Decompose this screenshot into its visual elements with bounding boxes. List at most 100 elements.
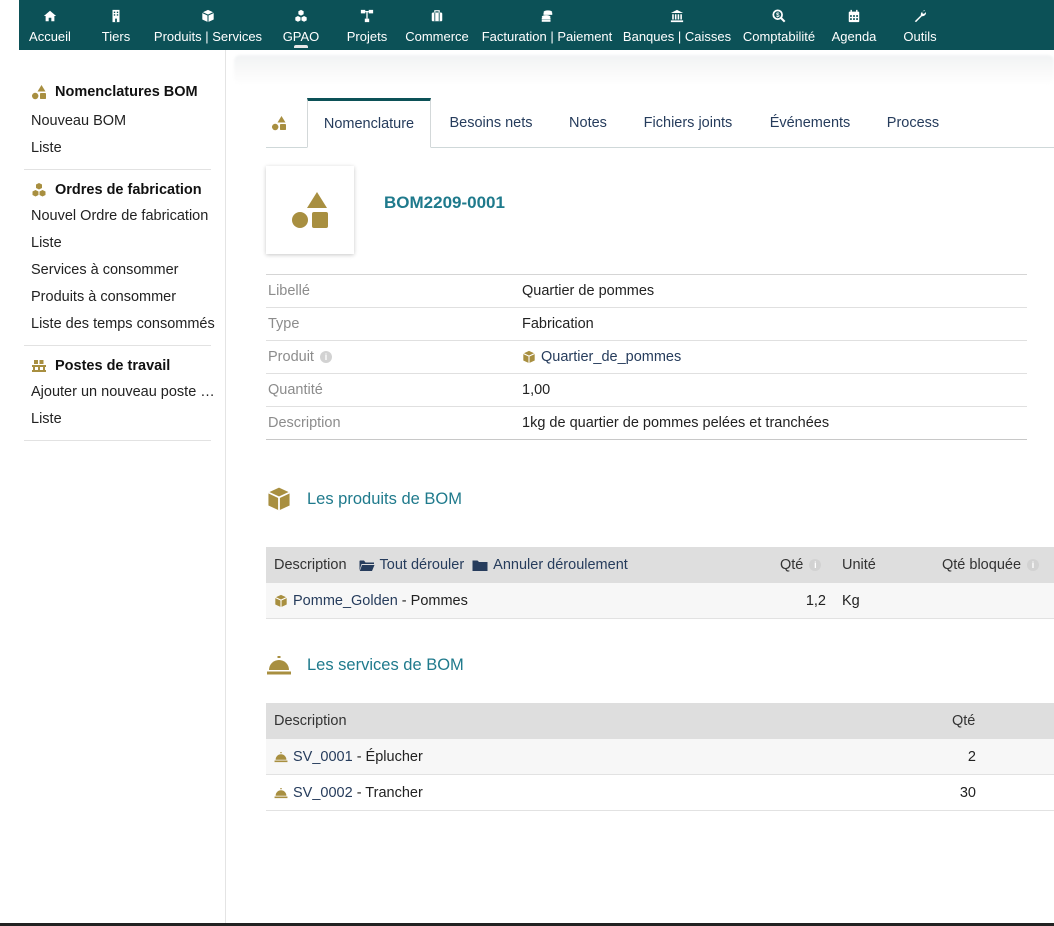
- sidebar-link-new-mo[interactable]: Nouvel Ordre de fabrication: [31, 203, 216, 230]
- sidebar-section-bom: Nomenclatures BOM Nouveau BOM Liste: [19, 50, 225, 162]
- sidebar-link-mo-list[interactable]: Liste: [31, 230, 216, 257]
- menu-label: Facturation | Paiement: [481, 29, 613, 44]
- product-link[interactable]: Quartier_de_pommes: [541, 341, 681, 373]
- field-row-quantity: Quantité 1,00: [266, 374, 1027, 407]
- field-row-description: Description 1kg de quartier de pommes pe…: [266, 407, 1027, 440]
- cube-icon: [523, 350, 535, 364]
- field-row-product: Produit i Quartier_de_pommes: [266, 341, 1027, 374]
- menu-item-accounting[interactable]: $ Comptabilité: [741, 0, 817, 50]
- folder-open-icon: [359, 560, 375, 571]
- section-label: Les services de BOM: [307, 655, 464, 674]
- expand-all-label: Tout dérouler: [379, 557, 465, 573]
- collapse-all-label: Annuler déroulement: [493, 557, 628, 573]
- menu-label: Outils: [903, 29, 937, 44]
- info-icon[interactable]: i: [319, 351, 332, 363]
- sidebar-link-services-consume[interactable]: Services à consommer: [31, 257, 216, 284]
- cube-icon: [202, 9, 214, 23]
- menu-item-tools[interactable]: Outils: [901, 0, 939, 50]
- field-value: 1,00: [522, 382, 551, 398]
- service-ref-link[interactable]: SV_0002: [293, 775, 353, 811]
- tab-besoins-nets[interactable]: Besoins nets: [444, 98, 538, 148]
- field-label: Description: [268, 415, 341, 431]
- field-value: Quartier de pommes: [522, 283, 655, 299]
- header-qty: Qté: [952, 713, 976, 729]
- service-label: - Éplucher: [352, 749, 423, 765]
- header-description-wrap: Description Tout dérouler Annuler déroul…: [274, 547, 628, 583]
- row-description: Pomme_Golden - Pommes: [274, 583, 468, 619]
- table-header: Description Tout dérouler Annuler déroul…: [266, 547, 1054, 583]
- shapes-icon: [32, 85, 46, 100]
- building-icon: [112, 9, 120, 23]
- service-ref-link[interactable]: SV_0001: [293, 739, 353, 775]
- sidebar-divider: [24, 345, 211, 346]
- field-value: Fabrication: [522, 316, 594, 332]
- sidebar-link-workstation-list[interactable]: Liste: [31, 406, 216, 433]
- menu-item-agenda[interactable]: Agenda: [831, 0, 877, 50]
- home-icon: [43, 10, 57, 22]
- sitemap-icon: [360, 9, 374, 23]
- sidebar-section-title[interactable]: Nomenclatures BOM: [31, 79, 225, 105]
- concierge-bell-icon: [274, 788, 288, 799]
- collapse-all-link[interactable]: Annuler déroulement: [472, 547, 628, 583]
- sidebar-divider: [24, 440, 211, 441]
- sidebar-section-mo: Ordres de fabrication Nouvel Ordre de fa…: [19, 177, 225, 338]
- row-description: SV_0002 - Trancher: [274, 775, 423, 811]
- search-dollar-icon: $: [772, 9, 786, 23]
- products-table: Description Tout dérouler Annuler déroul…: [266, 547, 1054, 619]
- sidebar-section-title[interactable]: Postes de travail: [31, 353, 225, 379]
- tab-process[interactable]: Process: [882, 98, 944, 148]
- field-label: Quantité: [268, 382, 323, 398]
- menu-label: Projets: [346, 29, 388, 44]
- menu-item-gpao[interactable]: GPAO: [281, 0, 321, 50]
- menu-item-banks[interactable]: Banques | Caisses: [623, 0, 731, 50]
- calendar-icon: [848, 9, 860, 23]
- services-table: Description Qté SV_0001 - Éplucher 2 SV_…: [266, 703, 1054, 811]
- sidebar-link-new-workstation[interactable]: Ajouter un nouveau poste de travail: [31, 379, 216, 406]
- menu-label: Accueil: [29, 29, 71, 44]
- table-row: Pomme_Golden - Pommes 1,2 Kg: [266, 583, 1054, 619]
- menu-item-billing[interactable]: Facturation | Paiement: [481, 0, 613, 50]
- section-label: Postes de travail: [55, 358, 171, 374]
- row-unit: Kg: [842, 593, 860, 609]
- row-qty: 30: [959, 785, 976, 801]
- menu-item-products[interactable]: Produits | Services: [153, 0, 263, 50]
- tab-evenements[interactable]: Événements: [765, 98, 855, 148]
- sidebar-section-title[interactable]: Ordres de fabrication: [31, 177, 225, 203]
- field-row-type: Type Fabrication: [266, 308, 1027, 341]
- menu-item-commerce[interactable]: Commerce: [405, 0, 469, 50]
- bom-fields: Libellé Quartier de pommes Type Fabricat…: [266, 274, 1027, 440]
- svg-text:$: $: [776, 12, 780, 19]
- sidebar-link-time-list[interactable]: Liste des temps consommés: [31, 311, 216, 338]
- expand-all-link[interactable]: Tout dérouler: [359, 547, 465, 583]
- tab-bar: Nomenclature Besoins nets Notes Fichiers…: [266, 98, 1054, 148]
- tab-notes[interactable]: Notes: [565, 98, 611, 148]
- header-description: Description: [274, 713, 347, 729]
- row-description: SV_0001 - Éplucher: [274, 739, 423, 775]
- object-picture: [266, 166, 354, 254]
- cubes-icon: [32, 183, 46, 197]
- field-value-wrap: Quartier_de_pommes: [522, 341, 681, 373]
- header-qty-wrap: Qté i: [780, 547, 822, 583]
- tab-fichiers-joints[interactable]: Fichiers joints: [638, 98, 738, 148]
- header-description: Description: [274, 557, 347, 573]
- coins-icon: [541, 10, 553, 22]
- section-label: Ordres de fabrication: [55, 182, 202, 198]
- sidebar-divider: [24, 169, 211, 170]
- sidebar-link-products-consume[interactable]: Produits à consommer: [31, 284, 216, 311]
- menu-label: Produits | Services: [153, 29, 263, 44]
- product-ref-link[interactable]: Pomme_Golden: [293, 583, 398, 619]
- menu-label: Comptabilité: [742, 29, 816, 44]
- app-frame: { "colors": { "topbar": "#0c5157", "acce…: [0, 0, 1054, 926]
- folder-icon: [472, 560, 488, 571]
- menu-item-projects[interactable]: Projets: [345, 0, 389, 50]
- sidebar-link-bom-list[interactable]: Liste: [31, 135, 216, 162]
- menu-item-tiers[interactable]: Tiers: [97, 0, 135, 50]
- menu-item-home[interactable]: Accueil: [29, 0, 71, 50]
- service-label: - Trancher: [352, 785, 423, 801]
- sidebar-link-new-bom[interactable]: Nouveau BOM: [31, 108, 216, 135]
- tab-nomenclature[interactable]: Nomenclature: [307, 98, 431, 148]
- info-icon[interactable]: i: [1027, 559, 1040, 571]
- services-section-title: Les services de BOM: [266, 652, 464, 678]
- info-icon[interactable]: i: [809, 559, 822, 571]
- row-qty: 2: [967, 749, 976, 765]
